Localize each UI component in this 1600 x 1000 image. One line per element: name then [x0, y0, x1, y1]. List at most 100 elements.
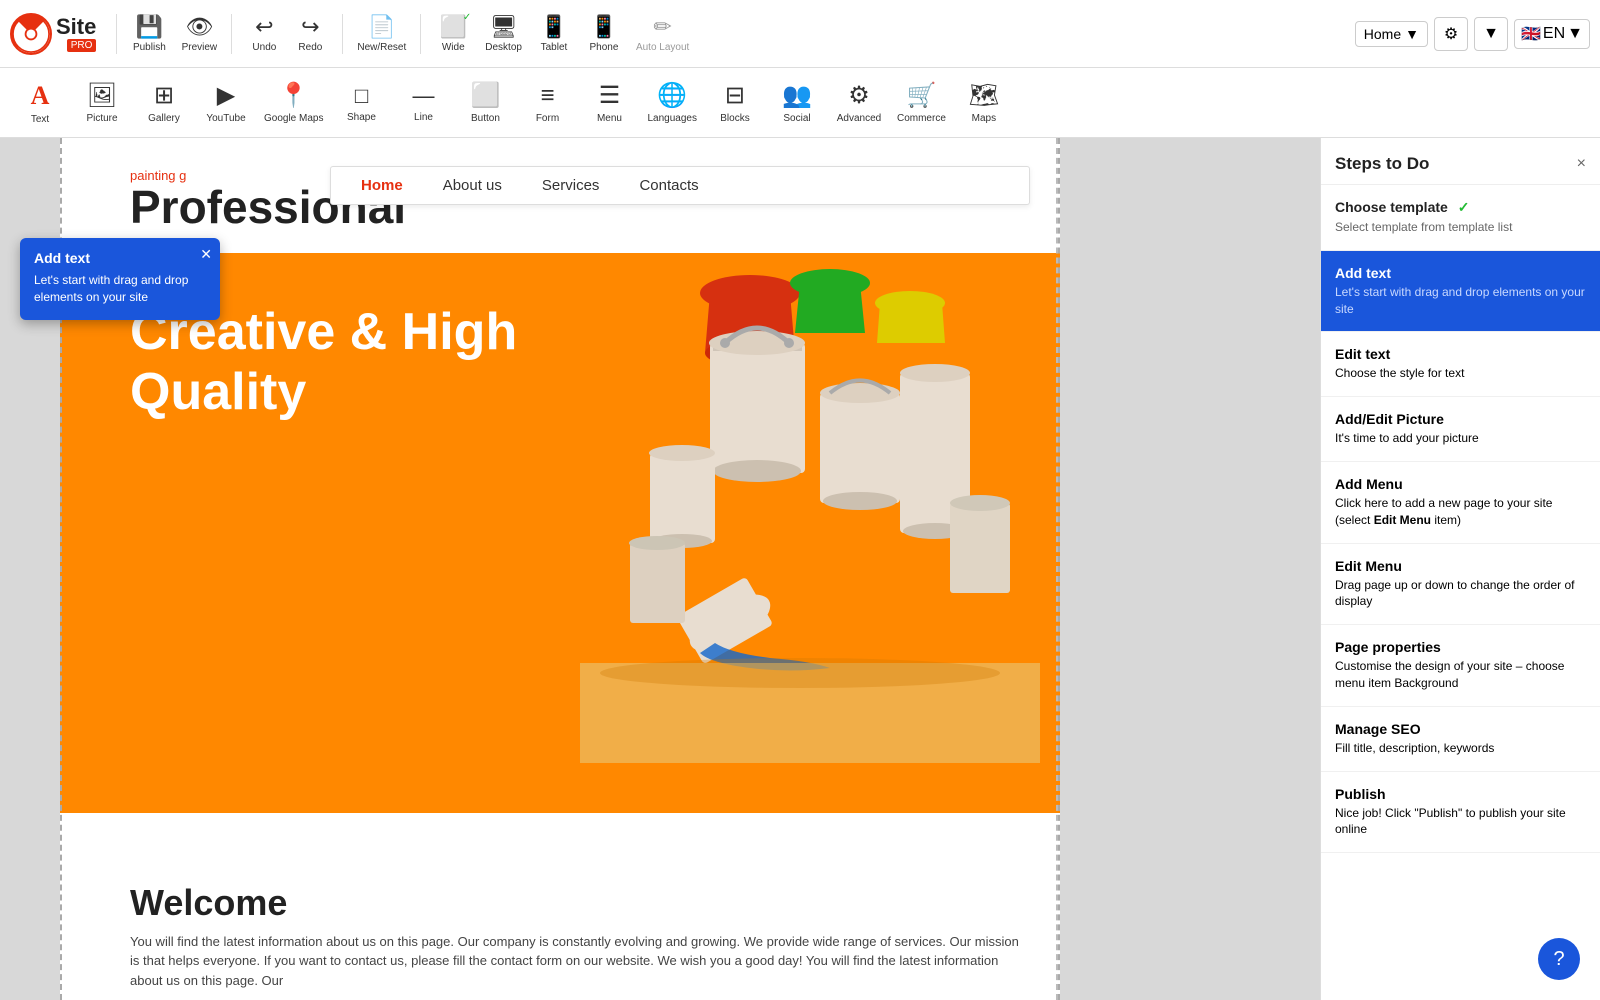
- hero-image: [520, 253, 1060, 813]
- sep3: [342, 14, 343, 54]
- top-toolbar: Site PRO 💾 Publish 👁 Preview ↩ Undo ↪ Re…: [0, 0, 1600, 68]
- step-edit-text[interactable]: Edit text Choose the style for text: [1321, 332, 1600, 397]
- settings-dropdown-button[interactable]: ▼: [1474, 17, 1508, 51]
- nav-about[interactable]: About us: [443, 177, 502, 194]
- step-choose-template-label: Choose template ✓: [1335, 199, 1586, 216]
- tablet-button[interactable]: 📱 Tablet: [532, 8, 576, 60]
- hero-headline: Creative & High Quality: [130, 303, 517, 423]
- step-add-text-desc: Let's start with drag and drop elements …: [1335, 284, 1586, 318]
- step-choose-template[interactable]: Choose template ✓ Select template from t…: [1321, 185, 1600, 251]
- steps-header: Steps to Do ×: [1321, 138, 1600, 185]
- maps-pin-icon: 📍: [279, 81, 309, 110]
- step-publish-desc: Nice job! Click "Publish" to publish you…: [1335, 805, 1586, 839]
- step-add-menu-label: Add Menu: [1335, 476, 1586, 492]
- toolbar-right: Home ▼ ⚙ ▼ 🇬🇧 EN ▼: [1355, 17, 1590, 51]
- tool-shape[interactable]: □ Shape: [331, 73, 391, 133]
- redo-icon: ↪: [301, 14, 319, 40]
- lang-dropdown-arrow: ▼: [1567, 25, 1583, 43]
- second-toolbar: A Text 🖼 Picture ⊞ Gallery ▶ YouTube 📍 G…: [0, 68, 1600, 138]
- nav-services[interactable]: Services: [542, 177, 600, 194]
- help-button[interactable]: ?: [1538, 938, 1580, 980]
- site-navigation: Home About us Services Contacts: [330, 166, 1030, 205]
- hero-section: Creative & High Quality: [60, 253, 1060, 813]
- tool-picture[interactable]: 🖼 Picture: [72, 73, 132, 133]
- auto-layout-button[interactable]: ✏ Auto Layout: [632, 8, 693, 60]
- page-dropdown[interactable]: Home ▼: [1355, 21, 1428, 47]
- welcome-heading: Welcome: [130, 882, 1030, 924]
- sep2: [231, 14, 232, 54]
- tool-commerce[interactable]: 🛒 Commerce: [891, 73, 952, 133]
- hero-title: Creative & High Quality: [130, 303, 517, 423]
- step-edit-menu[interactable]: Edit Menu Drag page up or down to change…: [1321, 544, 1600, 626]
- step-manage-seo[interactable]: Manage SEO Fill title, description, keyw…: [1321, 707, 1600, 772]
- tool-googlemaps[interactable]: 📍 Google Maps: [258, 73, 329, 133]
- step-add-picture[interactable]: Add/Edit Picture It's time to add your p…: [1321, 397, 1600, 462]
- tool-advanced[interactable]: ⚙ Advanced: [829, 73, 889, 133]
- tool-blocks[interactable]: ⊟ Blocks: [705, 73, 765, 133]
- tool-languages[interactable]: 🌐 Languages: [641, 73, 703, 133]
- tooltip-description: Let's start with drag and drop elements …: [34, 272, 206, 306]
- tool-youtube[interactable]: ▶ YouTube: [196, 73, 256, 133]
- phone-button[interactable]: 📱 Phone: [582, 8, 626, 60]
- settings-button[interactable]: ⚙: [1434, 17, 1468, 51]
- tool-line[interactable]: — Line: [393, 73, 453, 133]
- auto-layout-icon: ✏: [653, 14, 671, 40]
- step-page-properties-desc: Customise the design of your site – choo…: [1335, 658, 1586, 692]
- nav-home[interactable]: Home: [361, 177, 403, 194]
- step-page-properties-label: Page properties: [1335, 639, 1586, 655]
- tool-text[interactable]: A Text: [10, 73, 70, 133]
- undo-redo-group: ↩ Undo ↪ Redo: [242, 8, 332, 60]
- step-publish[interactable]: Publish Nice job! Click "Publish" to pub…: [1321, 772, 1600, 854]
- text-icon: A: [31, 81, 50, 111]
- add-text-tooltip: ✕ Add text Let's start with drag and dro…: [20, 238, 220, 320]
- preview-button[interactable]: 👁 Preview: [177, 8, 221, 60]
- tool-maps[interactable]: 🗺 Maps: [954, 73, 1014, 133]
- tool-social[interactable]: 👥 Social: [767, 73, 827, 133]
- tool-form[interactable]: ≡ Form: [517, 73, 577, 133]
- flag-icon: 🇬🇧: [1521, 24, 1541, 44]
- steps-close-button[interactable]: ×: [1577, 155, 1586, 173]
- commerce-icon: 🛒: [906, 81, 936, 110]
- step-add-text[interactable]: Add text Let's start with drag and drop …: [1321, 251, 1600, 333]
- site-name: Site: [56, 15, 96, 39]
- menu-icon: ☰: [599, 81, 621, 110]
- desktop-button[interactable]: 🖥 Desktop: [481, 8, 526, 60]
- tool-menu[interactable]: ☰ Menu: [579, 73, 639, 133]
- step-edit-menu-desc: Drag page up or down to change the order…: [1335, 577, 1586, 611]
- blocks-icon: ⊟: [725, 81, 745, 110]
- map-icon: 🗺: [969, 81, 999, 110]
- redo-button[interactable]: ↪ Redo: [288, 8, 332, 60]
- shape-icon: □: [355, 83, 368, 109]
- wide-button[interactable]: ⬜ Wide ✓: [431, 8, 475, 60]
- nav-contacts[interactable]: Contacts: [639, 177, 698, 194]
- step-add-menu[interactable]: Add Menu Click here to add a new page to…: [1321, 462, 1600, 544]
- picture-icon: 🖼: [87, 81, 117, 110]
- step-add-text-label: Add text: [1335, 265, 1586, 281]
- preview-icon: 👁: [185, 14, 213, 40]
- undo-button[interactable]: ↩ Undo: [242, 8, 286, 60]
- pro-badge: PRO: [67, 39, 97, 52]
- language-button[interactable]: 🇬🇧 EN ▼: [1514, 19, 1590, 49]
- tooltip-close-button[interactable]: ✕: [200, 246, 212, 263]
- step-manage-seo-label: Manage SEO: [1335, 721, 1586, 737]
- sep1: [116, 14, 117, 54]
- tool-button[interactable]: ⬜ Button: [455, 73, 515, 133]
- steps-panel: Steps to Do × Choose template ✓ Select t…: [1320, 138, 1600, 1000]
- dropdown-arrow-icon: ▼: [1405, 26, 1419, 42]
- form-icon: ≡: [540, 82, 554, 110]
- logo: Site PRO: [10, 13, 96, 55]
- tool-gallery[interactable]: ⊞ Gallery: [134, 73, 194, 133]
- step-manage-seo-desc: Fill title, description, keywords: [1335, 740, 1586, 757]
- guide-right: [1056, 138, 1060, 1000]
- desktop-icon: 🖥: [490, 14, 518, 40]
- publish-button[interactable]: 💾 Publish: [127, 8, 171, 60]
- advanced-icon: ⚙: [848, 81, 870, 110]
- logo-icon: [10, 13, 52, 55]
- step-edit-menu-label: Edit Menu: [1335, 558, 1586, 574]
- wide-check: ✓: [463, 12, 471, 23]
- step-add-picture-desc: It's time to add your picture: [1335, 430, 1586, 447]
- step-page-properties[interactable]: Page properties Customise the design of …: [1321, 625, 1600, 707]
- new-reset-button[interactable]: 📄 New/Reset: [353, 8, 410, 60]
- canvas-area: painting g Professional Home About us Se…: [0, 138, 1320, 1000]
- logo-text: Site PRO: [56, 15, 96, 52]
